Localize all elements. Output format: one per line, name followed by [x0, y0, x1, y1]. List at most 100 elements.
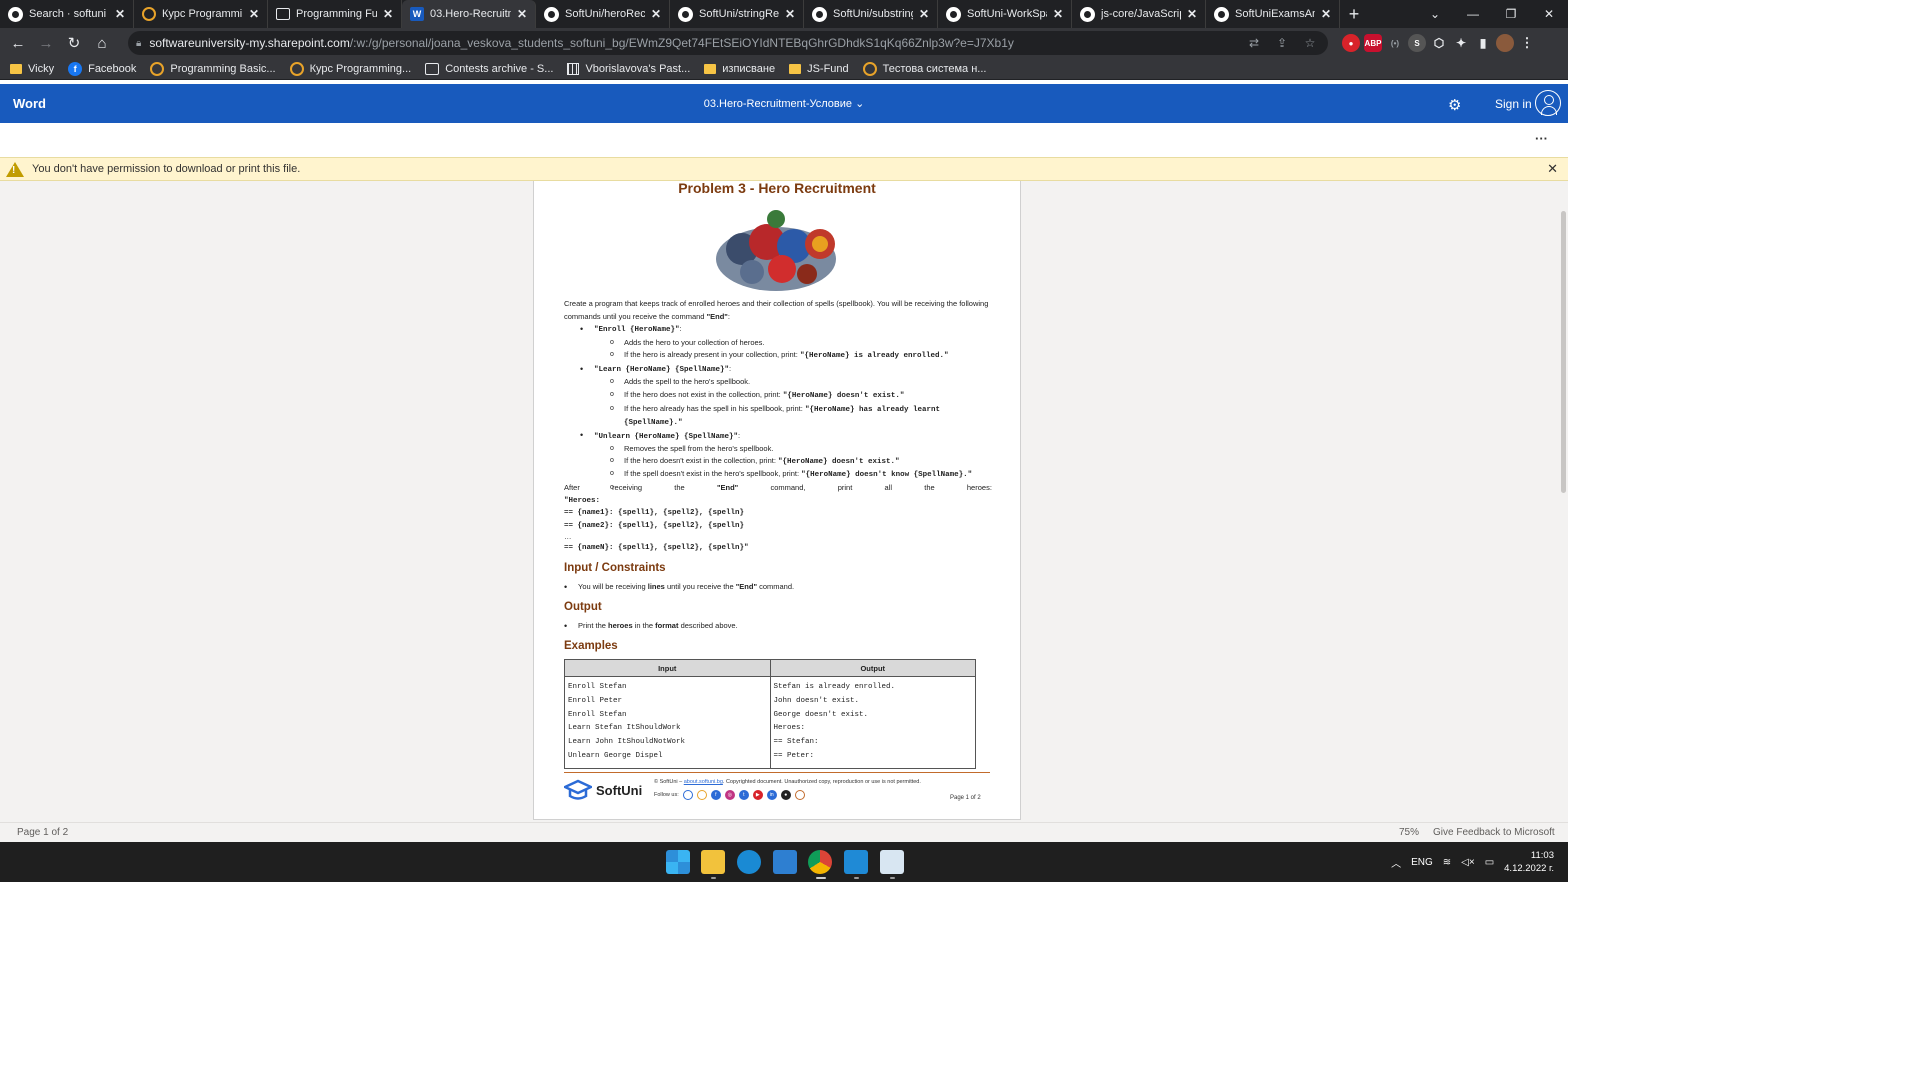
- profile-avatar[interactable]: [1496, 34, 1514, 52]
- facebook-icon[interactable]: f: [710, 790, 721, 800]
- softuni-sun-icon[interactable]: [696, 790, 707, 800]
- close-icon[interactable]: ✕: [1547, 161, 1558, 177]
- bookmark-item[interactable]: Contests archive - S...: [425, 62, 553, 75]
- github-icon[interactable]: ●: [780, 790, 791, 800]
- scrollbar[interactable]: [1561, 211, 1566, 493]
- browser-tab[interactable]: SoftUni/heroRecru✕: [536, 0, 670, 28]
- tab-close-icon[interactable]: ✕: [919, 7, 929, 21]
- bookmark-item[interactable]: f Facebook: [68, 61, 136, 76]
- chrome-menu-icon[interactable]: ⋮: [1518, 34, 1536, 52]
- restore-icon[interactable]: ❐: [1492, 0, 1530, 28]
- sidebar-icon[interactable]: ▮: [1474, 34, 1492, 52]
- github-icon: [544, 6, 559, 22]
- chevron-up-icon[interactable]: ︿: [1391, 855, 1401, 870]
- tab-close-icon[interactable]: ✕: [1321, 7, 1331, 21]
- list-item: Adds the hero to your collection of hero…: [610, 337, 992, 350]
- window-close-icon[interactable]: ✕: [1530, 0, 1568, 28]
- sign-in-link[interactable]: Sign in: [1495, 97, 1532, 111]
- tab-close-icon[interactable]: ✕: [785, 7, 795, 21]
- store-icon[interactable]: [773, 850, 797, 874]
- section-heading: Examples: [564, 640, 618, 652]
- browser-tab-strip: Search · softuni✕ Курс Programming✕ Prog…: [0, 0, 1568, 28]
- footer-link[interactable]: about.softuni.bg: [684, 779, 723, 785]
- notepad-icon[interactable]: [880, 850, 904, 874]
- address-bar[interactable]: 🔒︎ softwareuniversity-my.sharepoint.com/…: [128, 31, 1328, 55]
- browser-tab[interactable]: SoftUni/substring.j✕: [804, 0, 938, 28]
- document-title[interactable]: 03.Hero-Recruitment-Условие ⌄: [0, 97, 1568, 110]
- browser-tab[interactable]: SoftUniExamsAndE✕: [1206, 0, 1340, 28]
- table-header: Input: [564, 659, 771, 677]
- home-icon[interactable]: ⌂: [90, 31, 114, 55]
- twitter-icon[interactable]: t: [738, 790, 749, 800]
- copyright-text: © SoftUni – about.softuni.bg. Copyrighte…: [654, 779, 921, 785]
- tab-close-icon[interactable]: ✕: [249, 7, 259, 21]
- page-title: Problem 3 - Hero Recruitment: [678, 181, 876, 196]
- youtube-icon[interactable]: ▶: [752, 790, 763, 800]
- format-line: == {name2}: {spell1}, {spell2}, {spelln}: [564, 521, 745, 530]
- opera-extension-icon[interactable]: ●: [1342, 34, 1360, 52]
- battery-icon[interactable]: ▭: [1485, 857, 1494, 868]
- person-icon[interactable]: [1535, 90, 1561, 116]
- discord-icon[interactable]: [794, 790, 805, 800]
- tab-close-icon[interactable]: ✕: [383, 7, 393, 21]
- gear-icon[interactable]: ⚙: [1448, 96, 1461, 114]
- feedback-link[interactable]: Give Feedback to Microsoft: [1433, 827, 1555, 838]
- linkedin-icon[interactable]: in: [766, 790, 777, 800]
- edge-icon[interactable]: [737, 850, 761, 874]
- wifi-icon[interactable]: ≋: [1443, 857, 1451, 868]
- windows-start-icon[interactable]: [666, 850, 690, 874]
- volume-icon[interactable]: ◁×: [1461, 857, 1475, 868]
- url-host: softwareuniversity-my.sharepoint.com: [149, 36, 350, 50]
- url-path: /:w:/g/personal/joana_veskova_students_s…: [349, 36, 1014, 50]
- document-canvas[interactable]: Problem 3 - Hero Recruitment Create a pr…: [0, 181, 1568, 822]
- instagram-icon[interactable]: ◎: [724, 790, 735, 800]
- vscode-icon[interactable]: [844, 850, 868, 874]
- minimize-icon[interactable]: —: [1454, 0, 1492, 28]
- new-tab-button[interactable]: +: [1340, 0, 1368, 28]
- tab-close-icon[interactable]: ✕: [517, 7, 527, 21]
- adblock-icon[interactable]: ABP: [1364, 34, 1382, 52]
- tab-close-icon[interactable]: ✕: [115, 7, 125, 21]
- bookmark-item[interactable]: изписване: [704, 63, 775, 75]
- tab-close-icon[interactable]: ✕: [1053, 7, 1063, 21]
- browser-tab[interactable]: js-core/JavaScriptF✕: [1072, 0, 1206, 28]
- language-indicator[interactable]: ENG: [1411, 857, 1433, 868]
- clock[interactable]: 11:03 4.12.2022 г.: [1504, 849, 1554, 875]
- share-icon[interactable]: ⇪: [1272, 36, 1292, 50]
- puzzle-icon[interactable]: ✦: [1452, 34, 1470, 52]
- bookmark-item[interactable]: Тестова система н...: [862, 61, 986, 76]
- reload-icon[interactable]: ↻: [62, 31, 86, 55]
- chrome-icon[interactable]: [808, 850, 832, 874]
- softuni-icon[interactable]: [682, 790, 693, 800]
- translate-icon[interactable]: ⇄: [1244, 36, 1264, 50]
- lock-icon: 🔒︎: [136, 37, 142, 49]
- back-arrow-icon[interactable]: ←: [6, 31, 30, 55]
- cube-extension-icon[interactable]: ⬡: [1430, 34, 1448, 52]
- tab-search-icon[interactable]: ⌄: [1416, 0, 1454, 28]
- softuni-logo: SoftUni: [564, 779, 642, 801]
- bookmark-item[interactable]: Курс Programming...: [289, 61, 411, 76]
- tab-close-icon[interactable]: ✕: [1187, 7, 1197, 21]
- browser-tab[interactable]: SoftUni-WorkSpac✕: [938, 0, 1072, 28]
- status-bar: Page 1 of 2 75% Give Feedback to Microso…: [0, 822, 1568, 842]
- bookmark-item[interactable]: JS-Fund: [789, 63, 849, 75]
- file-explorer-icon[interactable]: [701, 850, 725, 874]
- bookmark-item[interactable]: Vicky: [10, 63, 54, 75]
- browser-tab[interactable]: SoftUni/stringReve✕: [670, 0, 804, 28]
- tab-close-icon[interactable]: ✕: [651, 7, 661, 21]
- browser-tab-active[interactable]: W03.Hero-Recruitme✕: [402, 0, 536, 28]
- bookmark-star-icon[interactable]: ☆: [1300, 36, 1320, 50]
- intro-paragraph: Create a program that keeps track of enr…: [564, 299, 989, 321]
- browser-tab[interactable]: Programming Func✕: [268, 0, 402, 28]
- grid-icon: [567, 62, 580, 75]
- zoom-level[interactable]: 75%: [1399, 827, 1419, 838]
- browser-tab[interactable]: Курс Programming✕: [134, 0, 268, 28]
- skype-icon[interactable]: S: [1408, 34, 1426, 52]
- forward-arrow-icon[interactable]: →: [34, 31, 58, 55]
- bookmark-item[interactable]: Programming Basic...: [150, 61, 276, 76]
- chevron-down-icon: ⌄: [855, 98, 865, 110]
- bookmark-item[interactable]: Vborislavova's Past...: [567, 62, 690, 75]
- browser-tab[interactable]: Search · softuni ✕: [0, 0, 134, 28]
- extension-icon[interactable]: (•): [1386, 34, 1404, 52]
- more-options-icon[interactable]: ···: [1535, 131, 1548, 146]
